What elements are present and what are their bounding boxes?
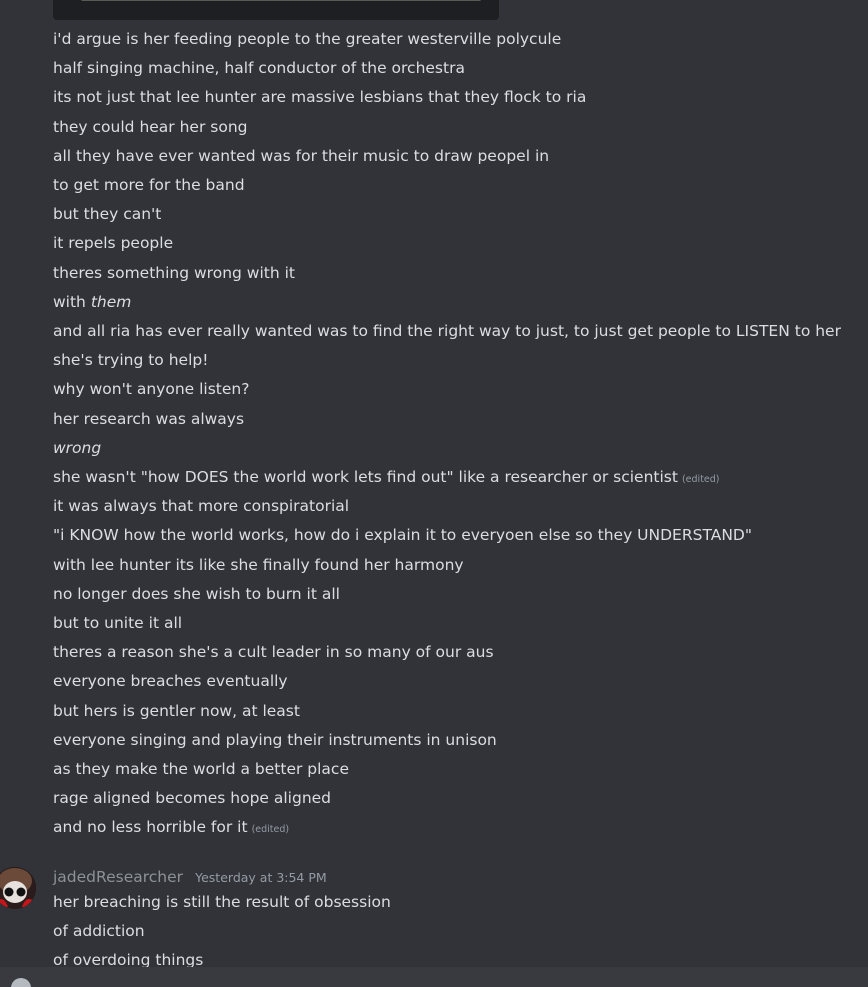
message-text: "i KNOW how the world works, how do i ex…: [53, 526, 752, 544]
message-line: rage aligned becomes hope aligned: [53, 788, 331, 817]
message-text: she wasn't "how DOES the world work lets…: [53, 468, 678, 486]
message-text: it was always that more conspiratorial: [53, 497, 350, 515]
message-text: her research was always: [53, 410, 245, 428]
message-text: they could hear her song: [53, 118, 248, 136]
message-line: they could hear her song: [53, 117, 247, 146]
message-text: with lee hunter its like she finally fou…: [53, 556, 464, 574]
message-line: i'd argue is her feeding people to the g…: [53, 29, 561, 58]
message-line: theres a reason she's a cult leader in s…: [53, 642, 494, 671]
message-line: no longer does she wish to burn it all: [53, 584, 340, 613]
avatar[interactable]: [0, 867, 36, 909]
message-line: it was always that more conspiratorial: [53, 496, 349, 525]
message-line: with them: [53, 292, 131, 321]
message-composer[interactable]: [0, 967, 868, 987]
message-text: it repels people: [53, 234, 174, 252]
message-text: everyone singing and playing their instr…: [53, 731, 497, 749]
message-text: why won't anyone listen?: [53, 380, 250, 398]
message-text: theres something wrong with it: [53, 264, 295, 282]
message-header: jadedResearcher Yesterday at 3:54 PM: [53, 866, 327, 888]
message-line: it repels people: [53, 233, 173, 262]
message-timestamp[interactable]: Yesterday at 3:54 PM: [195, 870, 327, 885]
message-line: why won't anyone listen?: [53, 379, 249, 408]
message-line: of addiction: [53, 922, 145, 940]
message-line: "i KNOW how the world works, how do i ex…: [53, 525, 752, 554]
message-line: half singing machine, half conductor of …: [53, 58, 465, 87]
message-line: but hers is gentler now, at least: [53, 701, 300, 730]
message-line: her research was always: [53, 409, 244, 438]
message-line: as they make the world a better place: [53, 759, 349, 788]
message-line: to get more for the band: [53, 175, 245, 204]
image-attachment[interactable]: [53, 0, 499, 20]
message-line: but to unite it all: [53, 613, 182, 642]
message-text: but hers is gentler now, at least: [53, 702, 300, 720]
message-text: with: [53, 293, 91, 311]
message-text: as they make the world a better place: [53, 760, 349, 778]
message-line: and no less horrible for it (edited): [53, 817, 289, 846]
message-line: with lee hunter its like she finally fou…: [53, 555, 464, 584]
message-text: and all ria has ever really wanted was t…: [53, 322, 841, 340]
message-text: i'd argue is her feeding people to the g…: [53, 30, 562, 48]
message-text: all they have ever wanted was for their …: [53, 147, 550, 165]
message-line: wrong: [53, 438, 101, 467]
message-line: she's trying to help!: [53, 350, 208, 379]
avatar-icon: [0, 867, 36, 909]
message-text: she's trying to help!: [53, 351, 209, 369]
message-text: but to unite it all: [53, 614, 183, 632]
edited-indicator: (edited): [681, 474, 720, 485]
message-text: and no less horrible for it: [53, 818, 248, 836]
message-line: but they can't: [53, 204, 161, 233]
message-line: and all ria has ever really wanted was t…: [53, 321, 841, 350]
message-line: everyone breaches eventually: [53, 671, 288, 700]
message-line: everyone singing and playing their instr…: [53, 730, 497, 759]
message-line: theres something wrong with it: [53, 263, 295, 292]
message-line: she wasn't "how DOES the world work lets…: [53, 467, 720, 496]
message-text: its not just that lee hunter are massive…: [53, 88, 587, 106]
image-attachment-preview: [81, 0, 481, 1]
message-text: theres a reason she's a cult leader in s…: [53, 643, 494, 661]
message-text: everyone breaches eventually: [53, 672, 288, 690]
message-text: to get more for the band: [53, 176, 245, 194]
message-text: half singing machine, half conductor of …: [53, 59, 465, 77]
message-text: but they can't: [53, 205, 162, 223]
message-text: no longer does she wish to burn it all: [53, 585, 340, 603]
message-emphasis: them: [90, 293, 132, 311]
edited-indicator: (edited): [251, 824, 290, 835]
message-line: her breaching is still the result of obs…: [53, 893, 391, 911]
message-text: rage aligned becomes hope aligned: [53, 789, 332, 807]
plus-circle-icon[interactable]: [11, 978, 31, 987]
message-line: all they have ever wanted was for their …: [53, 146, 549, 175]
author-username[interactable]: jadedResearcher: [53, 868, 183, 886]
message-emphasis: wrong: [53, 439, 102, 457]
message-line: its not just that lee hunter are massive…: [53, 87, 586, 116]
chat-scroller[interactable]: i'd argue is her feeding people to the g…: [0, 0, 868, 987]
